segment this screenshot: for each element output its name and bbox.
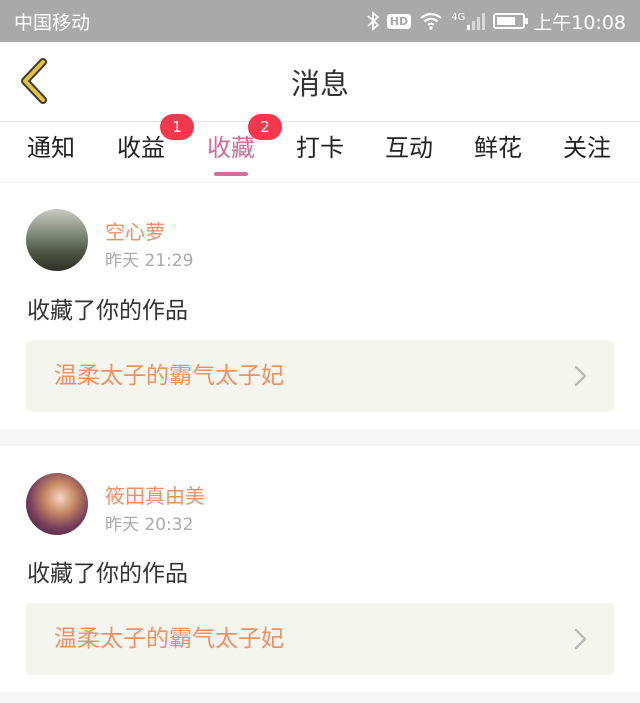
status-icons: HD 4G 上午10:08: [367, 8, 626, 35]
username[interactable]: 空心萝: [105, 216, 165, 245]
tab-label: 通知: [27, 134, 75, 162]
tab-notice[interactable]: 通知: [16, 122, 86, 182]
status-bar: 中国移动 HD 4G 上午10:08: [0, 0, 640, 42]
tab-follow[interactable]: 关注: [552, 122, 622, 182]
username[interactable]: 筱田真由美: [105, 480, 205, 509]
tab-favorites[interactable]: 收藏 2: [196, 114, 282, 182]
unread-badge: 1: [160, 114, 194, 140]
message-time: 昨天 21:29: [105, 251, 194, 271]
tab-earnings[interactable]: 收益 1: [106, 114, 194, 182]
active-tab-indicator: [214, 172, 248, 176]
chevron-right-icon: [574, 628, 587, 650]
battery-icon: [493, 13, 529, 29]
nav-bar: 消息: [0, 42, 640, 122]
tab-interaction[interactable]: 互动: [374, 122, 444, 182]
network-type: 4G: [451, 12, 466, 23]
tab-label: 鲜花: [474, 134, 522, 162]
hd-icon: HD: [386, 13, 412, 29]
chevron-right-icon: [574, 365, 587, 387]
status-time: 上午10:08: [533, 11, 626, 34]
back-arrow-icon: [21, 58, 47, 104]
bluetooth-icon: [367, 11, 379, 31]
unread-badge: 2: [248, 114, 282, 140]
tab-label: 关注: [563, 134, 611, 162]
signal-icon: 4G: [451, 12, 486, 30]
message-action: 收藏了你的作品: [27, 298, 188, 324]
message-action: 收藏了你的作品: [27, 561, 188, 587]
avatar[interactable]: [26, 473, 88, 535]
message-card: 空心萝 昨天 21:29 收藏了你的作品 温柔太子的霸气太子妃: [0, 183, 640, 429]
work-title: 温柔太子的霸气太子妃: [54, 363, 284, 389]
tab-bar: 通知 收益 1 收藏 2 打卡 互动 鲜花 关注: [0, 114, 640, 182]
tab-label: 打卡: [296, 134, 344, 162]
message-time: 昨天 20:32: [105, 515, 194, 535]
tab-label: 互动: [385, 134, 433, 162]
avatar[interactable]: [26, 209, 88, 271]
wifi-icon: [419, 12, 443, 30]
carrier-name: 中国移动: [14, 11, 91, 34]
tab-flowers[interactable]: 鲜花: [463, 122, 533, 182]
work-link[interactable]: 温柔太子的霸气太子妃: [26, 340, 614, 412]
tab-label: 收益: [117, 134, 165, 162]
tab-label: 收藏: [207, 134, 255, 162]
tab-checkin[interactable]: 打卡: [285, 122, 355, 182]
back-button[interactable]: [14, 56, 54, 106]
message-card: 筱田真由美 昨天 20:32 收藏了你的作品 温柔太子的霸气太子妃: [0, 446, 640, 692]
work-link[interactable]: 温柔太子的霸气太子妃: [26, 603, 614, 675]
page-title: 消息: [290, 66, 349, 101]
work-title: 温柔太子的霸气太子妃: [54, 626, 284, 652]
